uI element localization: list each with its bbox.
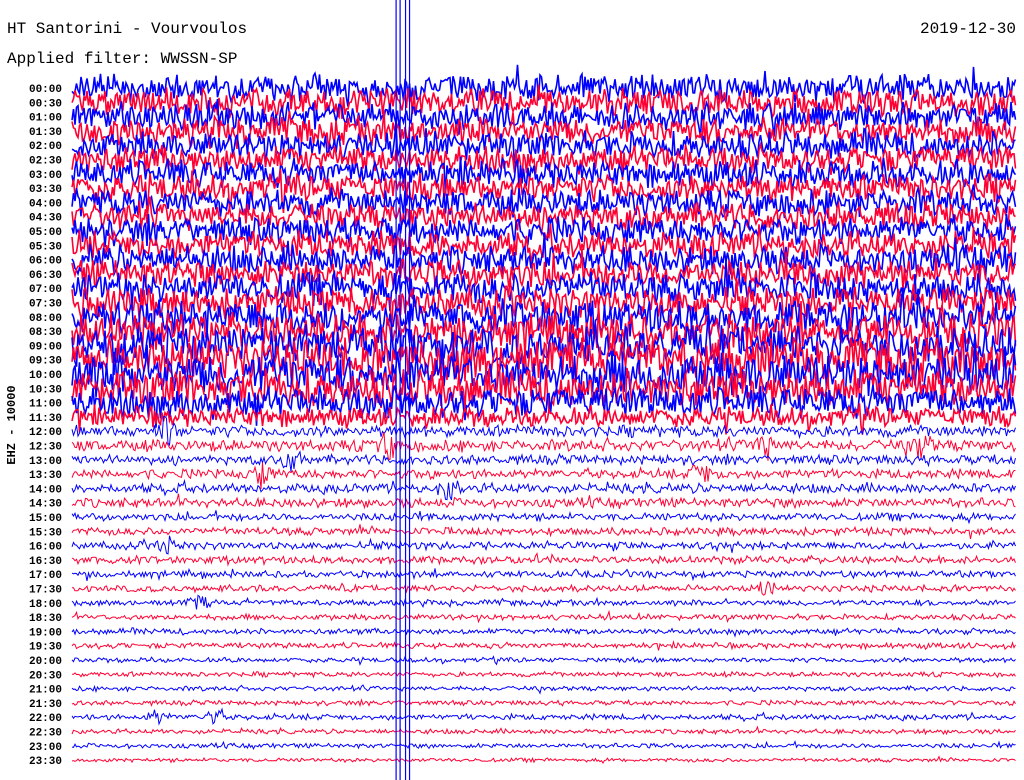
time-tick-label: 01:00 <box>29 113 62 125</box>
time-tick-label: 23:00 <box>29 742 62 754</box>
trace-1230 <box>71 431 1016 461</box>
trace-1500 <box>71 510 1016 525</box>
time-tick-label: 05:30 <box>29 241 62 253</box>
time-tick-label: 04:30 <box>29 213 62 225</box>
trace-2030 <box>72 670 1016 679</box>
trace-2330 <box>71 755 1016 764</box>
time-tick-label: 16:00 <box>29 542 62 554</box>
trace-1800 <box>71 594 1016 610</box>
time-tick-label: 21:00 <box>29 685 62 697</box>
trace-2130 <box>71 698 1016 708</box>
time-tick-label: 07:00 <box>29 284 62 296</box>
traces <box>71 64 1017 764</box>
trace-1400 <box>71 478 1016 501</box>
trace-1330 <box>71 462 1016 490</box>
trace-2300 <box>71 740 1016 750</box>
time-tick-label: 12:30 <box>29 442 62 454</box>
time-tick-labels: 00:00 00:30 01:00 01:30 02:00 02:30 03:00 03:30… <box>29 84 62 768</box>
trace-1600 <box>71 535 1016 555</box>
time-tick-label: 00:00 <box>29 84 62 96</box>
time-tick-label: 23:30 <box>29 756 62 768</box>
time-tick-label: 03:30 <box>29 184 62 196</box>
trace-1830 <box>71 609 1016 624</box>
trace-2000 <box>71 655 1016 666</box>
time-tick-label: 13:30 <box>29 470 62 482</box>
time-tick-label: 08:00 <box>29 313 62 325</box>
trace-2100 <box>71 684 1016 695</box>
time-tick-label: 22:30 <box>29 728 62 740</box>
time-tick-label: 06:30 <box>29 270 62 282</box>
time-tick-label: 15:00 <box>29 513 62 525</box>
time-tick-label: 12:00 <box>29 427 62 439</box>
time-tick-label: 17:00 <box>29 570 62 582</box>
time-tick-label: 14:30 <box>29 499 62 511</box>
trace-1900 <box>71 626 1016 638</box>
time-tick-label: 11:30 <box>29 413 62 425</box>
trace-1630 <box>71 552 1016 567</box>
time-tick-label: 15:30 <box>29 527 62 539</box>
trace-2200 <box>71 707 1016 726</box>
trace-1530 <box>71 524 1016 539</box>
time-tick-label: 22:00 <box>29 713 62 725</box>
time-tick-label: 01:30 <box>29 127 62 139</box>
time-tick-label: 11:00 <box>29 399 62 411</box>
trace-1730 <box>72 580 1016 596</box>
time-tick-label: 09:30 <box>29 356 62 368</box>
time-tick-label: 17:30 <box>29 585 62 597</box>
time-tick-label: 07:30 <box>29 299 62 311</box>
trace-1700 <box>71 567 1016 582</box>
time-tick-label: 06:00 <box>29 256 62 268</box>
time-tick-label: 21:30 <box>29 699 62 711</box>
time-tick-label: 19:00 <box>29 627 62 639</box>
time-tick-label: 00:30 <box>29 98 62 110</box>
time-tick-label: 16:30 <box>29 556 62 568</box>
time-tick-label: 20:30 <box>29 670 62 682</box>
trace-2230 <box>71 725 1016 736</box>
time-tick-label: 19:30 <box>29 642 62 654</box>
trace-1430 <box>71 493 1016 510</box>
time-tick-label: 18:00 <box>29 599 62 611</box>
time-tick-label: 14:00 <box>29 484 62 496</box>
time-tick-label: 10:00 <box>29 370 62 382</box>
time-tick-label: 02:00 <box>29 141 62 153</box>
trace-1930 <box>71 640 1016 651</box>
helicorder-plot: 00:00 00:30 01:00 01:30 02:00 02:30 03:00 03:30… <box>29 0 1017 780</box>
time-tick-label: 20:00 <box>29 656 62 668</box>
time-tick-label: 10:30 <box>29 384 62 396</box>
time-tick-label: 05:00 <box>29 227 62 239</box>
time-tick-label: 04:00 <box>29 198 62 210</box>
time-tick-label: 03:00 <box>29 170 62 182</box>
time-tick-label: 08:30 <box>29 327 62 339</box>
trace-1300 <box>71 450 1016 472</box>
time-tick-label: 13:00 <box>29 456 62 468</box>
time-tick-label: 18:30 <box>29 613 62 625</box>
time-tick-label: 02:30 <box>29 156 62 168</box>
time-tick-label: 09:00 <box>29 341 62 353</box>
